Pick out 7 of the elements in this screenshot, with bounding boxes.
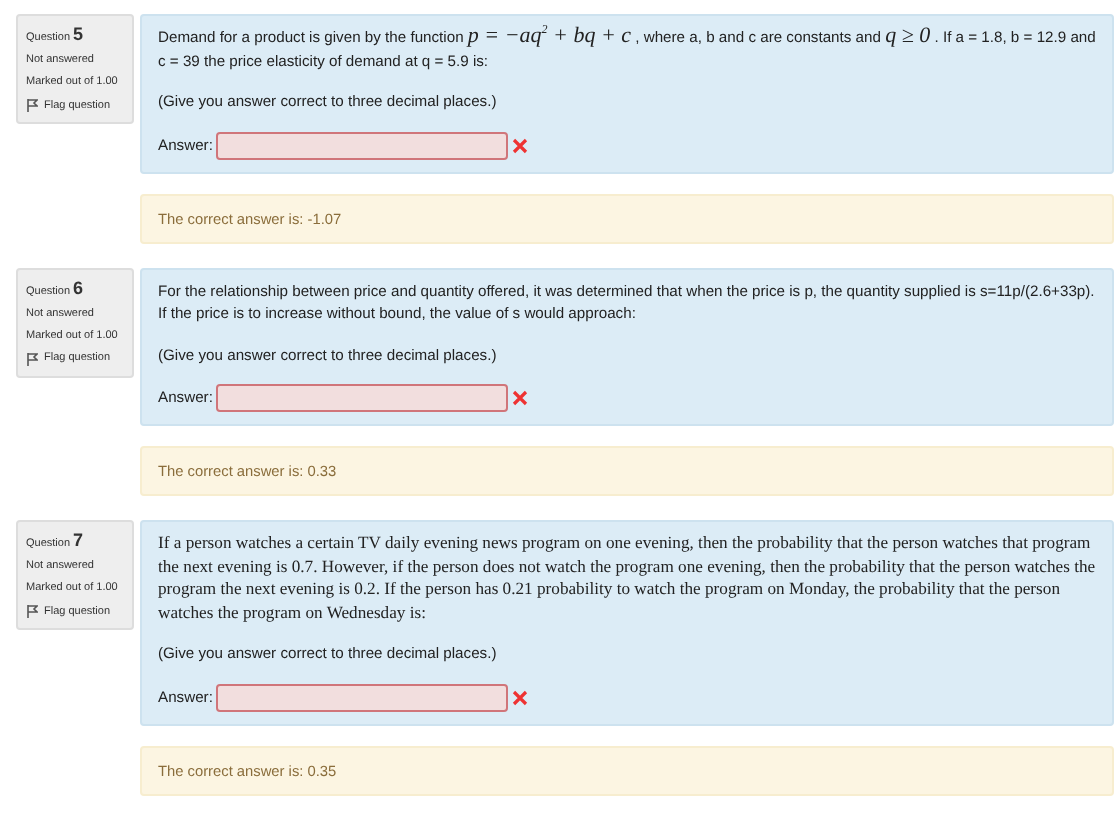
flag-icon xyxy=(26,98,38,112)
answer-field[interactable] xyxy=(216,683,509,711)
flag-icon xyxy=(26,604,38,618)
flag-icon xyxy=(26,351,38,365)
question-text: If a person watches a certain TV daily evening news program on one evening, then the probability that the person watches that program the next evening is 0.7. However, if the person does not watch the program one evening, then the probability that the person watches the program the next evening is 0.2. If the person has 0.21 probability to watch the program on Monday, the probability that the person watches the program on Wednesday is: xyxy=(158,532,1096,624)
answer-field[interactable] xyxy=(216,384,509,412)
answer-field[interactable] xyxy=(216,131,509,159)
